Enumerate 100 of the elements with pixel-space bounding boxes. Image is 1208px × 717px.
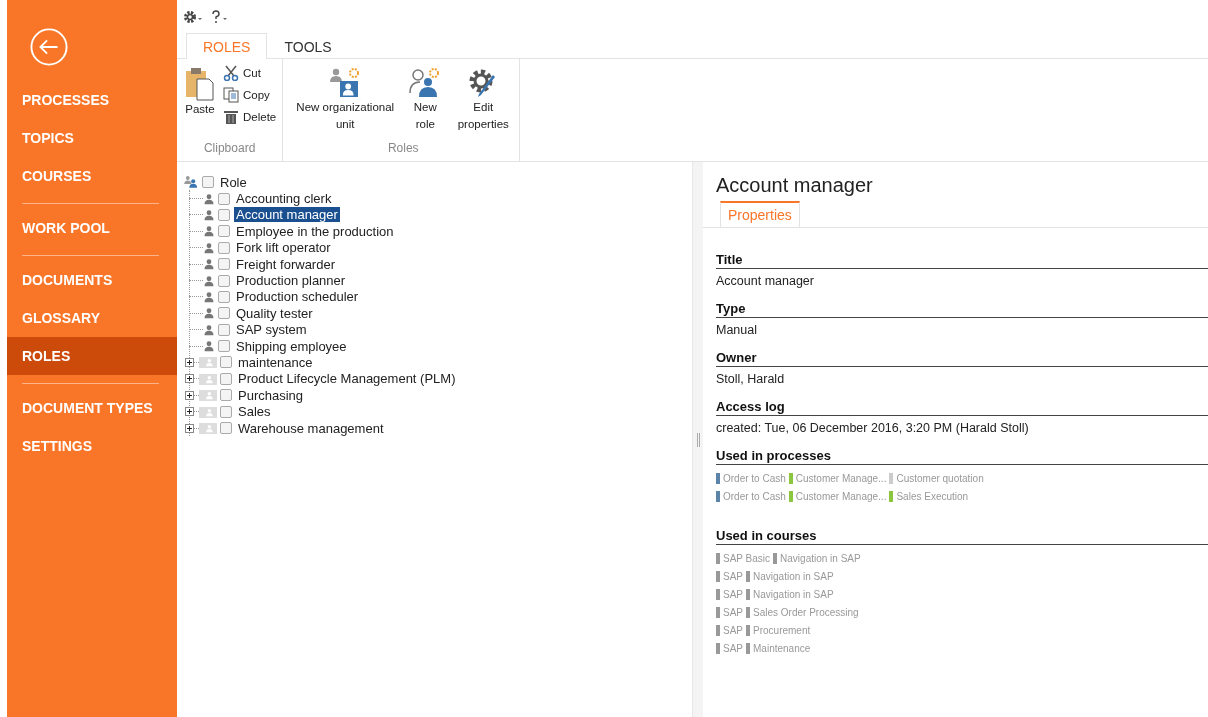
checkbox[interactable] <box>220 422 232 435</box>
tree-item[interactable]: Account manager <box>234 207 340 223</box>
paste-button[interactable]: Paste <box>183 63 217 137</box>
expand-icon[interactable] <box>185 358 194 367</box>
tree-item[interactable]: Employee in the production <box>234 223 396 239</box>
checkbox[interactable] <box>218 258 230 271</box>
cut-button[interactable]: Cut <box>223 63 277 83</box>
detail-tab[interactable]: Properties <box>720 201 800 227</box>
nav-item[interactable]: DOCUMENT TYPES <box>7 389 177 427</box>
expand-icon[interactable] <box>185 390 194 400</box>
tree-item[interactable]: Quality tester <box>234 305 315 321</box>
person-icon <box>203 323 215 336</box>
checkbox[interactable] <box>220 405 232 418</box>
tag-link[interactable]: SAP <box>723 643 743 654</box>
tag-link[interactable]: Customer Manage... <box>795 473 887 484</box>
tree-item[interactable]: Fork lift operator <box>234 240 333 256</box>
delete-button[interactable]: Delete <box>223 107 277 127</box>
folder-person-icon <box>199 422 217 435</box>
tag-link[interactable]: Sales Execution <box>896 491 969 502</box>
tag-link[interactable]: SAP <box>723 607 743 618</box>
settings-icon[interactable] <box>183 10 203 24</box>
field-label: Access log <box>716 399 1208 416</box>
splitter-handle[interactable] <box>696 432 700 447</box>
tree-item[interactable]: Freight forwarder <box>234 256 337 272</box>
nav-item[interactable]: TOPICS <box>7 119 177 157</box>
nav-item[interactable]: WORK POOL <box>7 209 177 247</box>
nav-item[interactable]: PROCESSES <box>7 81 177 119</box>
tag-link[interactable]: SAP <box>723 571 743 582</box>
person-icon <box>203 225 215 238</box>
tag-link[interactable]: SAP Basic <box>723 553 771 564</box>
help-icon[interactable] <box>211 10 229 24</box>
tree-item[interactable]: Production planner <box>234 273 348 289</box>
tree-item[interactable]: Shipping employee <box>234 338 349 354</box>
tree-item[interactable]: Sales <box>236 404 273 420</box>
tag-link[interactable]: Maintenance <box>753 643 811 654</box>
checkbox[interactable] <box>218 192 230 205</box>
checkbox[interactable] <box>220 372 232 385</box>
tag-link[interactable]: Procurement <box>753 625 811 636</box>
checkbox[interactable] <box>218 241 230 254</box>
folder-person-icon <box>199 389 217 402</box>
checkbox[interactable] <box>218 307 230 320</box>
tag-link[interactable]: Order to Cash <box>723 491 786 502</box>
folder-person-icon <box>199 356 217 369</box>
tree-item[interactable]: Accounting clerk <box>234 191 334 207</box>
tag-link[interactable]: Navigation in SAP <box>753 571 834 582</box>
tag-link[interactable]: SAP <box>723 625 743 636</box>
person-icon <box>203 258 215 271</box>
field-label: Type <box>716 301 1208 318</box>
nav-item[interactable]: GLOSSARY <box>7 299 177 337</box>
nav-item[interactable]: SETTINGS <box>7 427 177 465</box>
ribbon-tab[interactable]: TOOLS <box>267 33 349 59</box>
tag-link[interactable]: Customer quotation <box>896 473 984 484</box>
edit-button[interactable]: Edit properties <box>453 63 514 137</box>
tree-item[interactable]: maintenance <box>236 355 315 370</box>
tree-root[interactable]: Role <box>218 174 249 190</box>
checkbox[interactable] <box>218 340 230 353</box>
tag-link[interactable]: Customer Manage... <box>795 491 887 502</box>
tree-item[interactable]: SAP system <box>234 322 309 338</box>
tag-link[interactable]: Order to Cash <box>723 473 786 484</box>
copy-icon <box>223 87 239 103</box>
checkbox[interactable] <box>220 389 232 402</box>
person-icon <box>203 241 215 254</box>
checkbox[interactable] <box>220 356 232 369</box>
field-label: Owner <box>716 350 1208 367</box>
new-role-button[interactable]: New role <box>403 63 448 137</box>
expand-icon[interactable] <box>185 374 194 384</box>
ribbon-tab[interactable]: ROLES <box>186 33 268 59</box>
checkbox[interactable] <box>218 208 230 221</box>
tag-link[interactable]: Navigation in SAP <box>753 589 834 600</box>
expand-icon[interactable] <box>185 423 194 433</box>
nav-item[interactable]: COURSES <box>7 157 177 195</box>
group-label: Roles <box>386 140 420 157</box>
checkbox[interactable] <box>218 225 230 238</box>
tree-item[interactable]: Production scheduler <box>234 289 361 305</box>
checkbox[interactable] <box>218 290 230 303</box>
person-icon <box>203 340 215 353</box>
nav-item[interactable]: DOCUMENTS <box>7 261 177 299</box>
checkbox[interactable] <box>218 323 230 336</box>
tag-link[interactable]: Navigation in SAP <box>780 553 861 564</box>
field-value: Stoll, Harald <box>716 372 786 386</box>
checkbox[interactable] <box>202 176 214 189</box>
checkbox[interactable] <box>218 274 230 287</box>
folder-person-icon <box>199 405 217 418</box>
group-label: Clipboard <box>202 140 257 157</box>
org-unit-button[interactable]: New organizational unit <box>293 63 398 137</box>
copy-button[interactable]: Copy <box>223 85 277 105</box>
tree-item[interactable]: Product Lifecycle Management (PLM) <box>236 371 458 387</box>
field-value: Manual <box>716 323 758 337</box>
tree-item[interactable]: Purchasing <box>236 387 306 403</box>
tag-link[interactable]: Sales Order Processing <box>753 607 859 618</box>
scissors-icon <box>223 65 239 81</box>
person-icon <box>203 290 215 303</box>
back-icon[interactable] <box>30 28 68 66</box>
person-icon <box>203 274 215 287</box>
person-icon <box>203 208 215 221</box>
tree-item[interactable]: Warehouse management <box>236 420 386 436</box>
nav-item[interactable]: ROLES <box>7 337 177 375</box>
field-value: created: Tue, 06 December 2016, 3:20 PM (Harald Stoll) <box>716 421 1030 435</box>
tag-link[interactable]: SAP <box>723 589 743 600</box>
expand-icon[interactable] <box>185 407 194 417</box>
